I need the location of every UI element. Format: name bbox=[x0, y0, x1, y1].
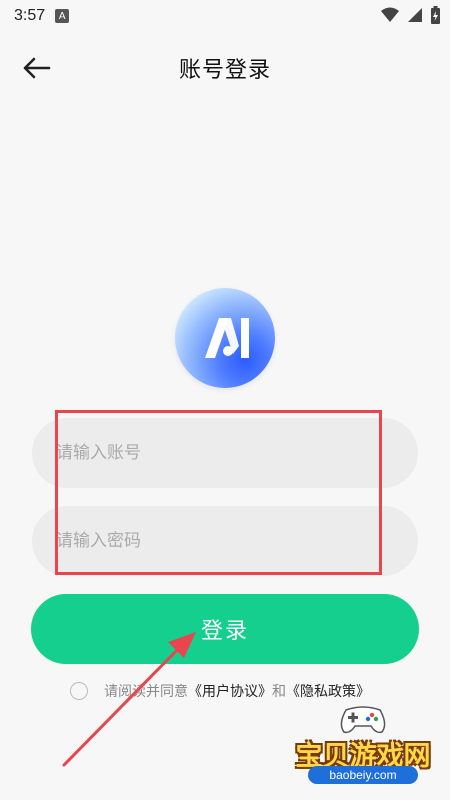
site-watermark: 宝贝游戏网 baobeiy.com bbox=[288, 702, 438, 792]
status-icons bbox=[381, 6, 440, 24]
user-agreement-link[interactable]: 《用户协议》 bbox=[188, 681, 272, 701]
battery-icon bbox=[431, 6, 440, 24]
signal-icon bbox=[408, 8, 422, 22]
agreement-row: 请阅读并同意 《用户协议》 和 《隐私政策》 bbox=[70, 680, 370, 702]
agreement-prefix: 请阅读并同意 bbox=[104, 684, 188, 700]
password-input[interactable] bbox=[32, 506, 418, 576]
agreement-conjunction: 和 bbox=[272, 684, 286, 700]
status-time: 3:57 bbox=[14, 7, 46, 24]
agreement-checkbox[interactable] bbox=[70, 682, 88, 700]
ai-logo-icon bbox=[205, 318, 249, 358]
password-field-wrapper bbox=[32, 506, 418, 576]
notification-icon: A bbox=[55, 9, 70, 23]
app-header: 账号登录 bbox=[0, 40, 450, 96]
page-title: 账号登录 bbox=[178, 58, 271, 83]
gamepad-icon bbox=[340, 706, 386, 734]
privacy-policy-link[interactable]: 《隐私政策》 bbox=[286, 681, 370, 701]
watermark-url: baobeiy.com bbox=[308, 766, 418, 784]
account-input[interactable] bbox=[32, 418, 418, 488]
login-button[interactable]: 登录 bbox=[31, 594, 419, 664]
account-field-wrapper bbox=[32, 418, 418, 488]
status-bar: 3:57 A bbox=[0, 0, 450, 32]
wifi-icon bbox=[381, 7, 399, 22]
app-logo bbox=[175, 288, 275, 388]
